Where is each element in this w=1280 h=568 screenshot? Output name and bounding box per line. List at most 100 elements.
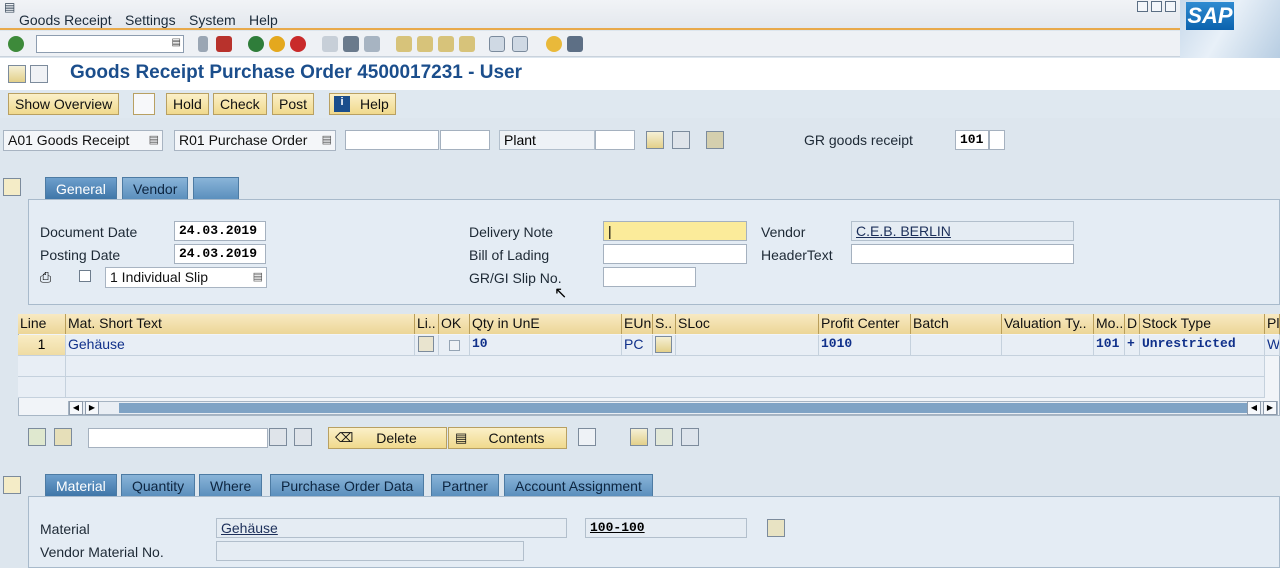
plant-field[interactable] [595, 130, 635, 150]
po-number-field[interactable] [345, 130, 439, 150]
copy-icon[interactable] [655, 428, 673, 446]
tab-vendor[interactable]: Vendor [122, 177, 189, 199]
tab-where[interactable]: Where [199, 474, 263, 496]
close-window-icon[interactable] [1165, 1, 1176, 12]
help-button[interactable]: i Help [329, 93, 396, 115]
first-page-icon[interactable] [396, 36, 412, 52]
gr-slip-field[interactable] [603, 267, 696, 287]
grid-find-icon[interactable] [269, 428, 287, 446]
posting-date-field[interactable]: 24.03.2019 [174, 244, 266, 264]
stock-overview-icon[interactable] [630, 428, 648, 446]
print-checkbox[interactable] [79, 270, 91, 282]
tab-material[interactable]: Material [45, 474, 117, 496]
header-text-field[interactable] [851, 244, 1074, 264]
toggle-overview-icon[interactable] [8, 65, 26, 83]
col-line[interactable]: Line [18, 314, 66, 334]
col-item-ok-li[interactable]: Li.. [415, 314, 439, 334]
show-overview-button[interactable]: Show Overview [8, 93, 120, 115]
movement-indicator-field[interactable] [989, 130, 1005, 150]
col-qty[interactable]: Qty in UnE [470, 314, 622, 334]
material-display-icon[interactable] [767, 519, 785, 537]
scroll-left-end-icon[interactable]: ◀ [1247, 401, 1261, 415]
grid-horizontal-scrollbar[interactable]: ◀ ▶ ◀ ▶ [68, 401, 1278, 415]
menu-system[interactable]: System [189, 12, 236, 28]
col-plant[interactable]: Pl [1265, 314, 1280, 334]
new-document-button[interactable] [133, 93, 155, 115]
tab-purchase-order-data[interactable]: Purchase Order Data [270, 474, 425, 496]
bill-of-lading-field[interactable] [603, 244, 747, 264]
hold-button[interactable]: Hold [166, 93, 209, 115]
transaction-select[interactable]: A01 Goods Receipt ▤ [3, 130, 163, 151]
col-ok[interactable]: OK [439, 314, 470, 334]
scroll-left-icon[interactable]: ◀ [69, 401, 83, 415]
layout-icon[interactable] [681, 428, 699, 446]
item-detail-icon[interactable] [418, 336, 434, 352]
enter-icon[interactable] [8, 36, 24, 52]
layout-menu-icon[interactable] [567, 36, 583, 52]
tab-account-assignment[interactable]: Account Assignment [504, 474, 653, 496]
item-ok-checkbox[interactable] [449, 340, 460, 351]
search-help-icon[interactable] [672, 131, 690, 149]
scroll-right-icon[interactable]: ▶ [85, 401, 99, 415]
shortcut-icon[interactable] [512, 36, 528, 52]
check-button[interactable]: Check [213, 93, 267, 115]
col-s[interactable]: S.. [653, 314, 676, 334]
save-icon[interactable] [216, 36, 232, 52]
delete-button[interactable]: ⌫ Delete [328, 427, 447, 449]
command-dropdown-icon[interactable]: ▤ [172, 37, 181, 48]
collapse-detail-icon[interactable] [3, 476, 21, 494]
header-toggle-icon[interactable] [30, 65, 48, 83]
slip-option-select[interactable]: 1 Individual Slip ▤ [105, 267, 267, 288]
row-batch[interactable] [911, 335, 1002, 356]
col-sloc[interactable]: SLoc [676, 314, 819, 334]
select-all-icon[interactable] [28, 428, 46, 446]
restore-icon[interactable] [1151, 1, 1162, 12]
row-stock-type[interactable]: Unrestricted [1140, 335, 1265, 356]
grid-find-next-icon[interactable] [294, 428, 312, 446]
col-movement[interactable]: Mo.. [1094, 314, 1125, 334]
menu-settings[interactable]: Settings [125, 12, 176, 28]
scroll-right-end-icon[interactable]: ▶ [1263, 401, 1277, 415]
command-field[interactable]: ▤ [36, 35, 184, 53]
minimize-icon[interactable] [1137, 1, 1148, 12]
window-menu-icon[interactable]: ▤ [4, 0, 15, 14]
cancel-icon[interactable] [290, 36, 306, 52]
row-line-number[interactable]: 1 [18, 335, 66, 356]
settings-icon[interactable] [706, 131, 724, 149]
exit-icon[interactable] [269, 36, 285, 52]
scroll-thumb[interactable] [119, 403, 1247, 413]
row-qty[interactable]: 10 [470, 335, 622, 356]
find-next-icon[interactable] [364, 36, 380, 52]
grid-search-field[interactable] [88, 428, 268, 448]
document-date-field[interactable]: 24.03.2019 [174, 221, 266, 241]
menu-goods-receipt[interactable]: Goods Receipt [19, 12, 112, 28]
collapse-header-icon[interactable] [3, 178, 21, 196]
tab-partner[interactable]: Partner [431, 474, 499, 496]
post-button[interactable]: Post [272, 93, 315, 115]
contents-button[interactable]: ▤ Contents [448, 427, 567, 449]
col-valuation-type[interactable]: Valuation Ty.. [1002, 314, 1094, 334]
next-page-icon[interactable] [438, 36, 454, 52]
col-short-text[interactable]: Mat. Short Text [66, 314, 415, 334]
tab-partners-icon[interactable] [193, 177, 239, 199]
col-profit-center[interactable]: Profit Center [819, 314, 911, 334]
help-icon[interactable] [546, 36, 562, 52]
col-batch[interactable]: Batch [911, 314, 1002, 334]
menu-help[interactable]: Help [249, 12, 278, 28]
movement-type-field[interactable]: 101 [955, 130, 989, 150]
tab-general[interactable]: General [45, 177, 117, 199]
row-valuation-type[interactable] [1002, 335, 1094, 356]
new-session-icon[interactable] [489, 36, 505, 52]
last-page-icon[interactable] [459, 36, 475, 52]
row-sloc[interactable] [676, 335, 819, 356]
col-stock-type[interactable]: Stock Type [1140, 314, 1265, 334]
delivery-note-field[interactable]: | [603, 221, 747, 241]
row-item-ok[interactable] [415, 335, 439, 356]
col-debit-credit[interactable]: D [1125, 314, 1140, 334]
tab-quantity[interactable]: Quantity [121, 474, 196, 496]
filter-icon[interactable] [54, 428, 72, 446]
execute-icon[interactable] [646, 131, 664, 149]
po-item-field[interactable] [440, 130, 490, 150]
print-icon[interactable] [322, 36, 338, 52]
back-arrow-small-icon[interactable] [198, 36, 208, 52]
